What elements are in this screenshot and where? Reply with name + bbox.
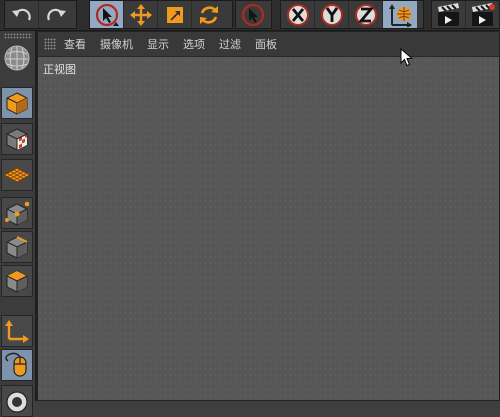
move-button[interactable]: [124, 1, 158, 28]
z-axis-button[interactable]: [349, 1, 383, 28]
history-group: [4, 0, 77, 29]
menu-options[interactable]: 选项: [183, 36, 205, 52]
menu-display[interactable]: 显示: [147, 36, 169, 52]
solo-icon: [6, 391, 28, 413]
workplane-mode-button[interactable]: [1, 159, 33, 191]
render-group: [431, 0, 500, 29]
menu-filter[interactable]: 过滤: [219, 36, 241, 52]
x-axis-button[interactable]: [281, 1, 315, 28]
live-selection-icon: [95, 3, 119, 26]
mode-toolbar: [0, 31, 37, 417]
axis-mode-icon: [5, 320, 29, 343]
axis-group: [280, 0, 424, 29]
undo-icon: [11, 8, 31, 20]
viewport-menubar: 查看 摄像机 显示 选项 过滤 面板: [38, 32, 499, 57]
recent-tool-icon: [241, 3, 265, 26]
menu-panel[interactable]: 面板: [255, 36, 277, 52]
viewport-panel[interactable]: 查看 摄像机 显示 选项 过滤 面板 正视图: [37, 31, 500, 401]
scale-icon: [166, 6, 183, 23]
render-view-button[interactable]: [432, 1, 466, 28]
polygons-mode-icon: [6, 270, 28, 293]
y-axis-button[interactable]: [315, 1, 349, 28]
solo-button[interactable]: [1, 385, 33, 417]
viewport-background: [38, 57, 499, 400]
texture-mode-icon: [6, 128, 28, 151]
axis-mode-button[interactable]: [1, 315, 33, 347]
tweak-mode-button[interactable]: [1, 349, 33, 381]
make-editable-button[interactable]: [1, 41, 33, 75]
model-mode-icon: [6, 92, 28, 115]
menu-view[interactable]: 查看: [64, 36, 86, 52]
main-toolbar: [0, 0, 500, 31]
undo-button[interactable]: [5, 1, 39, 28]
redo-button[interactable]: [39, 1, 73, 28]
world-coordinates-icon: [389, 3, 412, 27]
model-mode-button[interactable]: [1, 87, 33, 119]
rotate-button[interactable]: [192, 1, 226, 28]
tweak-mode-icon: [5, 352, 27, 377]
render-view-icon: [438, 2, 460, 26]
mouse-cursor-icon: [400, 48, 414, 67]
recent-tool-button[interactable]: [236, 1, 270, 28]
menu-cameras[interactable]: 摄像机: [100, 36, 133, 52]
points-mode-icon: [5, 201, 30, 226]
points-mode-button[interactable]: [1, 197, 33, 229]
move-icon: [129, 3, 152, 26]
live-selection-button[interactable]: [90, 1, 124, 28]
view-name-label: 正视图: [43, 63, 76, 76]
tools-group: [89, 0, 233, 29]
x-axis-icon: [286, 3, 309, 26]
workplane-mode-icon: [3, 167, 31, 183]
world-coordinates-button[interactable]: [383, 1, 417, 28]
redo-icon: [47, 8, 66, 20]
menubar-grip-icon[interactable]: [44, 38, 56, 50]
recent-tool-group: [235, 0, 272, 29]
scale-button[interactable]: [158, 1, 192, 28]
rotate-icon: [200, 5, 218, 24]
texture-mode-button[interactable]: [1, 123, 33, 155]
render-to-picture-viewer-button[interactable]: [466, 1, 500, 28]
edges-mode-button[interactable]: [1, 231, 33, 263]
polygons-mode-button[interactable]: [1, 265, 33, 297]
make-editable-icon: [4, 45, 30, 71]
y-axis-icon: [320, 3, 343, 26]
z-axis-icon: [354, 3, 377, 26]
toolbar-grip[interactable]: [4, 33, 32, 39]
edges-mode-icon: [6, 236, 28, 259]
render-to-picture-viewer-icon: [472, 2, 496, 26]
